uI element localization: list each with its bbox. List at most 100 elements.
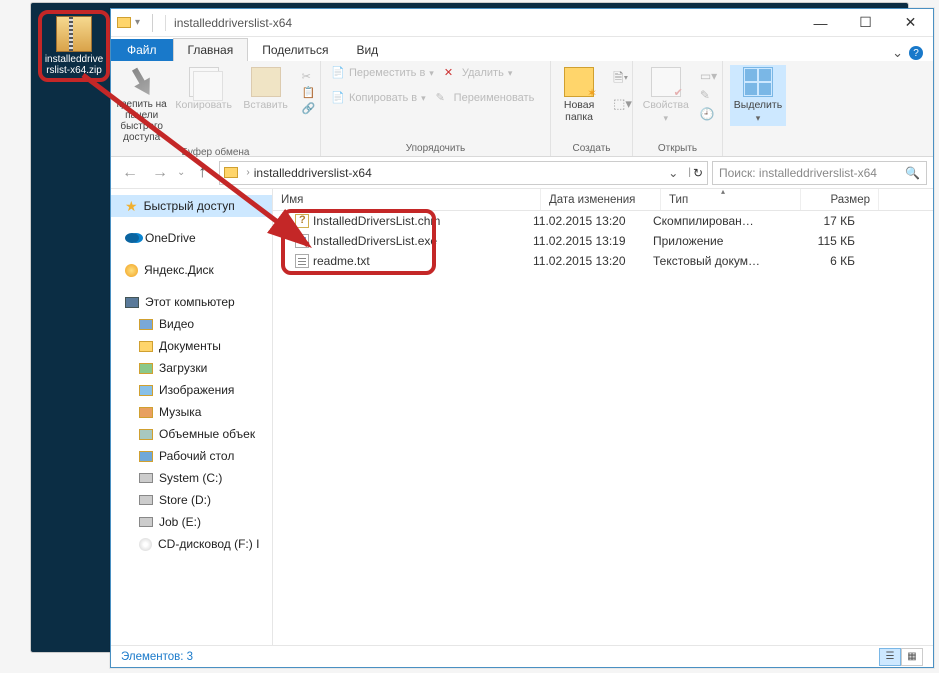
- paste-button[interactable]: Вставить: [238, 65, 294, 113]
- tab-home[interactable]: Главная: [173, 38, 249, 61]
- nav-videos[interactable]: Видео: [111, 313, 272, 335]
- sort-ascending-icon: ▴: [393, 187, 939, 196]
- search-icon: 🔍: [905, 166, 920, 180]
- folder-icon: [139, 429, 153, 440]
- address-bar: ← → ⌄ ↑ › installeddriverslist-x64 ⌄ | ↻…: [111, 157, 933, 189]
- pin-button[interactable]: крепить на панели быстрого доступа: [114, 65, 170, 145]
- nav-yandex-disk[interactable]: Яндекс.Диск: [111, 259, 272, 281]
- file-type: Приложение: [645, 234, 785, 248]
- ribbon-help[interactable]: ⌄?: [882, 45, 933, 61]
- explorer-body: ★Быстрый доступ OneDrive Яндекс.Диск Это…: [111, 189, 933, 645]
- txt-icon: [295, 254, 309, 268]
- copypath-icon[interactable]: 📋: [300, 85, 318, 100]
- paste-icon: [251, 67, 281, 97]
- nav-drive-c[interactable]: System (C:): [111, 467, 272, 489]
- open-icon[interactable]: ▭▾: [700, 69, 717, 83]
- nav-pictures[interactable]: Изображения: [111, 379, 272, 401]
- drive-icon: [139, 495, 153, 505]
- file-size: 17 КБ: [785, 214, 863, 228]
- col-name[interactable]: Имя▴: [273, 189, 541, 210]
- nav-desktop[interactable]: Рабочий стол: [111, 445, 272, 467]
- ribbon-tabstrip: Файл Главная Поделиться Вид ⌄?: [111, 37, 933, 61]
- zip-filename: installeddrive rslist-x64.zip: [44, 54, 104, 76]
- chm-icon: [295, 214, 309, 228]
- nav-this-pc[interactable]: Этот компьютер: [111, 291, 272, 313]
- folder-icon: [224, 167, 238, 178]
- refresh-icon[interactable]: ↻: [693, 166, 703, 180]
- folder-icon: [117, 17, 131, 28]
- quick-access-toolbar: ▾: [111, 17, 146, 28]
- nav-music[interactable]: Музыка: [111, 401, 272, 423]
- newfolder-button[interactable]: Новая папка: [551, 65, 607, 125]
- nav-cd-drive[interactable]: CD-дисковод (F:) I: [111, 533, 272, 555]
- window-title: installeddriverslist-x64: [174, 16, 292, 30]
- history-icon[interactable]: 🕘: [700, 107, 717, 121]
- nav-downloads[interactable]: Загрузки: [111, 357, 272, 379]
- minimize-button[interactable]: —: [798, 9, 843, 37]
- copy-icon: [189, 67, 219, 97]
- edit-icon[interactable]: ✎: [700, 88, 717, 102]
- details-view-button[interactable]: ☰: [879, 648, 901, 666]
- file-row[interactable]: readme.txt11.02.2015 13:20Текстовый доку…: [273, 251, 933, 271]
- group-label-new: Создать: [572, 141, 610, 154]
- file-date: 11.02.2015 13:20: [525, 254, 645, 268]
- winrar-icon: [56, 16, 92, 52]
- delete-button[interactable]: ✕Удалить▾: [442, 65, 515, 81]
- properties-button[interactable]: ✔ Свойства ▾: [638, 65, 694, 126]
- rename-icon: ✎: [436, 91, 450, 105]
- cd-icon: [139, 538, 152, 551]
- exe-icon: [295, 234, 309, 248]
- nav-onedrive[interactable]: OneDrive: [111, 227, 272, 249]
- rename-button[interactable]: ✎Переименовать: [434, 90, 537, 106]
- recent-dropdown[interactable]: ⌄: [177, 167, 185, 178]
- tab-view[interactable]: Вид: [342, 39, 392, 61]
- nav-quick-access[interactable]: ★Быстрый доступ: [111, 195, 272, 217]
- folder-icon: [139, 451, 153, 462]
- column-headers: Имя▴ Дата изменения Тип Размер: [273, 189, 933, 211]
- file-row[interactable]: InstalledDriversList.chm 11.02.2015 13:20…: [273, 211, 933, 231]
- file-name: InstalledDriversList.exe: [313, 234, 437, 248]
- file-date: 11.02.2015 13:19: [525, 234, 645, 248]
- status-item-count: Элементов: 3: [121, 651, 193, 663]
- select-button[interactable]: Выделить ▾: [730, 65, 786, 126]
- group-label-organize: Упорядочить: [406, 141, 466, 154]
- tab-share[interactable]: Поделиться: [248, 39, 342, 61]
- breadcrumb[interactable]: › installeddriverslist-x64 ⌄ | ↻: [219, 161, 708, 185]
- search-placeholder: Поиск: installeddriverslist-x64: [719, 166, 905, 180]
- file-type: Скомпилирован…: [645, 214, 785, 228]
- moveto-button[interactable]: 📄Переместить в▾: [329, 65, 436, 81]
- desktop-zip-icon[interactable]: installeddrive rslist-x64.zip: [38, 10, 110, 82]
- search-input[interactable]: Поиск: installeddriverslist-x64 🔍: [712, 161, 927, 185]
- nav-drive-e[interactable]: Job (E:): [111, 511, 272, 533]
- nav-3d-objects[interactable]: Объемные объек: [111, 423, 272, 445]
- pin-icon: [121, 62, 162, 103]
- copyto-icon: 📄: [331, 91, 345, 105]
- titlebar: ▾ installeddriverslist-x64 — ☐ ✕: [111, 9, 933, 37]
- folder-icon: [139, 407, 153, 418]
- newitem-icon[interactable]: 🗎▾: [613, 69, 632, 91]
- star-icon: ★: [125, 198, 138, 215]
- properties-icon: ✔: [651, 67, 681, 97]
- address-dropdown-icon[interactable]: ⌄: [668, 166, 678, 180]
- up-button[interactable]: ↑: [189, 160, 215, 186]
- back-button[interactable]: ←: [117, 160, 143, 186]
- file-row[interactable]: InstalledDriversList.exe 11.02.2015 13:19…: [273, 231, 933, 251]
- forward-button[interactable]: →: [147, 160, 173, 186]
- close-button[interactable]: ✕: [888, 9, 933, 37]
- file-name: InstalledDriversList.chm: [313, 214, 440, 228]
- pasteshortcut-icon[interactable]: 🔗: [300, 101, 318, 116]
- easyaccess-icon[interactable]: ⬚▾: [613, 96, 632, 112]
- folder-icon: [139, 341, 153, 352]
- nav-drive-d[interactable]: Store (D:): [111, 489, 272, 511]
- cut-icon[interactable]: ✂: [300, 69, 318, 84]
- yandex-icon: [125, 264, 138, 277]
- thumbnails-view-button[interactable]: ▦: [901, 648, 923, 666]
- copyto-button[interactable]: 📄Копировать в▾: [329, 90, 428, 106]
- nav-documents[interactable]: Документы: [111, 335, 272, 357]
- copy-button[interactable]: Копировать: [176, 65, 232, 113]
- tab-file[interactable]: Файл: [111, 39, 173, 61]
- file-date: 11.02.2015 13:20: [525, 214, 645, 228]
- maximize-button[interactable]: ☐: [843, 9, 888, 37]
- ribbon-group-clipboard: крепить на панели быстрого доступа Копир…: [111, 61, 321, 156]
- ribbon-group-open: ✔ Свойства ▾ ▭▾ ✎ 🕘 Открыть: [633, 61, 723, 156]
